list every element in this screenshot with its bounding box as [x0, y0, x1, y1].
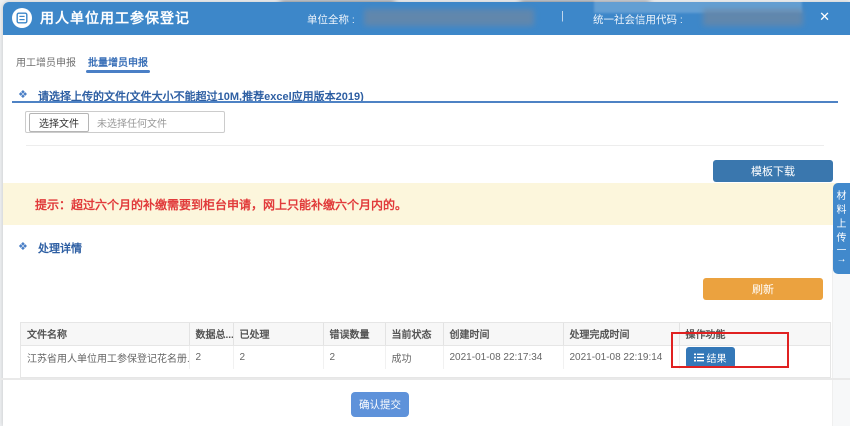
template-download-button[interactable]: 模板下载 [713, 160, 833, 182]
table-row: 江苏省用人单位用工参保登记花名册... 2 2 2 成功 2021-01-08 … [21, 345, 830, 369]
redacted-company-name [364, 9, 534, 26]
tab-single-declare[interactable]: 用工增员申报 [16, 54, 76, 69]
cell-finished: 2021-01-08 22:19:14 [563, 345, 679, 369]
warning-banner: 提示：超过六个月的补缴需要到柜台申请，网上只能补缴六个月内的。 [3, 183, 850, 225]
col-file-name: 文件名称 [21, 323, 189, 345]
refresh-button[interactable]: 刷新 [703, 278, 823, 300]
cell-actions: 结果 [679, 345, 830, 369]
cell-total: 2 [189, 345, 233, 369]
process-detail-table: 文件名称 数据总... 已处理 错误数量 当前状态 创建时间 处理完成时间 操作… [20, 322, 831, 378]
cell-processed: 2 [233, 345, 323, 369]
table-header-row: 文件名称 数据总... 已处理 错误数量 当前状态 创建时间 处理完成时间 操作… [21, 323, 830, 345]
file-input[interactable]: 选择文件 未选择任何文件 [25, 111, 225, 133]
cell-status: 成功 [385, 345, 443, 369]
cell-errors: 2 [323, 345, 385, 369]
detail-section-title: 处理详情 [38, 240, 82, 256]
diamond-bullet-icon: ❖ [18, 240, 28, 253]
titlebar-divider: | [561, 10, 564, 22]
redacted-credit-code [703, 9, 803, 26]
footer-divider [0, 378, 850, 380]
col-total: 数据总... [189, 323, 233, 345]
page-title: 用人单位用工参保登记 [40, 8, 190, 28]
side-tab-char: 材 [837, 190, 847, 204]
col-actions: 操作功能 [679, 323, 830, 345]
arrow-right-icon: → [837, 253, 847, 267]
choose-file-button[interactable]: 选择文件 [29, 113, 89, 132]
scrollbar-track[interactable] [832, 250, 850, 426]
col-processed: 已处理 [233, 323, 323, 345]
cell-created: 2021-01-08 22:17:34 [443, 345, 563, 369]
warning-text: 提示：超过六个月的补缴需要到柜台申请，网上只能补缴六个月内的。 [35, 196, 407, 213]
material-upload-side-tab[interactable]: 材 料 上 传 → [833, 183, 850, 274]
side-tab-divider [837, 249, 846, 250]
diamond-bullet-icon: ❖ [18, 88, 28, 101]
side-tab-char: 传 [837, 232, 847, 246]
result-button-label: 结果 [707, 350, 727, 365]
no-file-selected-text: 未选择任何文件 [97, 115, 167, 130]
result-button[interactable]: 结果 [686, 347, 735, 368]
credit-code-label: 统一社会信用代码 : [593, 12, 683, 27]
col-status: 当前状态 [385, 323, 443, 345]
tab-batch-declare[interactable]: 批量增员申报 [88, 54, 148, 69]
close-icon[interactable]: ✕ [819, 9, 830, 24]
col-created: 创建时间 [443, 323, 563, 345]
panel-bottom-border [26, 145, 824, 146]
confirm-submit-button[interactable]: 确认提交 [351, 392, 409, 417]
cell-file-name: 江苏省用人单位用工参保登记花名册... [21, 345, 189, 369]
side-tab-char: 料 [837, 204, 847, 218]
list-icon [694, 353, 704, 362]
col-errors: 错误数量 [323, 323, 385, 345]
form-icon [12, 8, 32, 28]
active-tab-underline [86, 70, 150, 73]
section-divider [12, 101, 838, 103]
company-name-label: 单位全称 : [307, 12, 355, 27]
col-finished: 处理完成时间 [563, 323, 679, 345]
side-tab-char: 上 [837, 218, 847, 232]
